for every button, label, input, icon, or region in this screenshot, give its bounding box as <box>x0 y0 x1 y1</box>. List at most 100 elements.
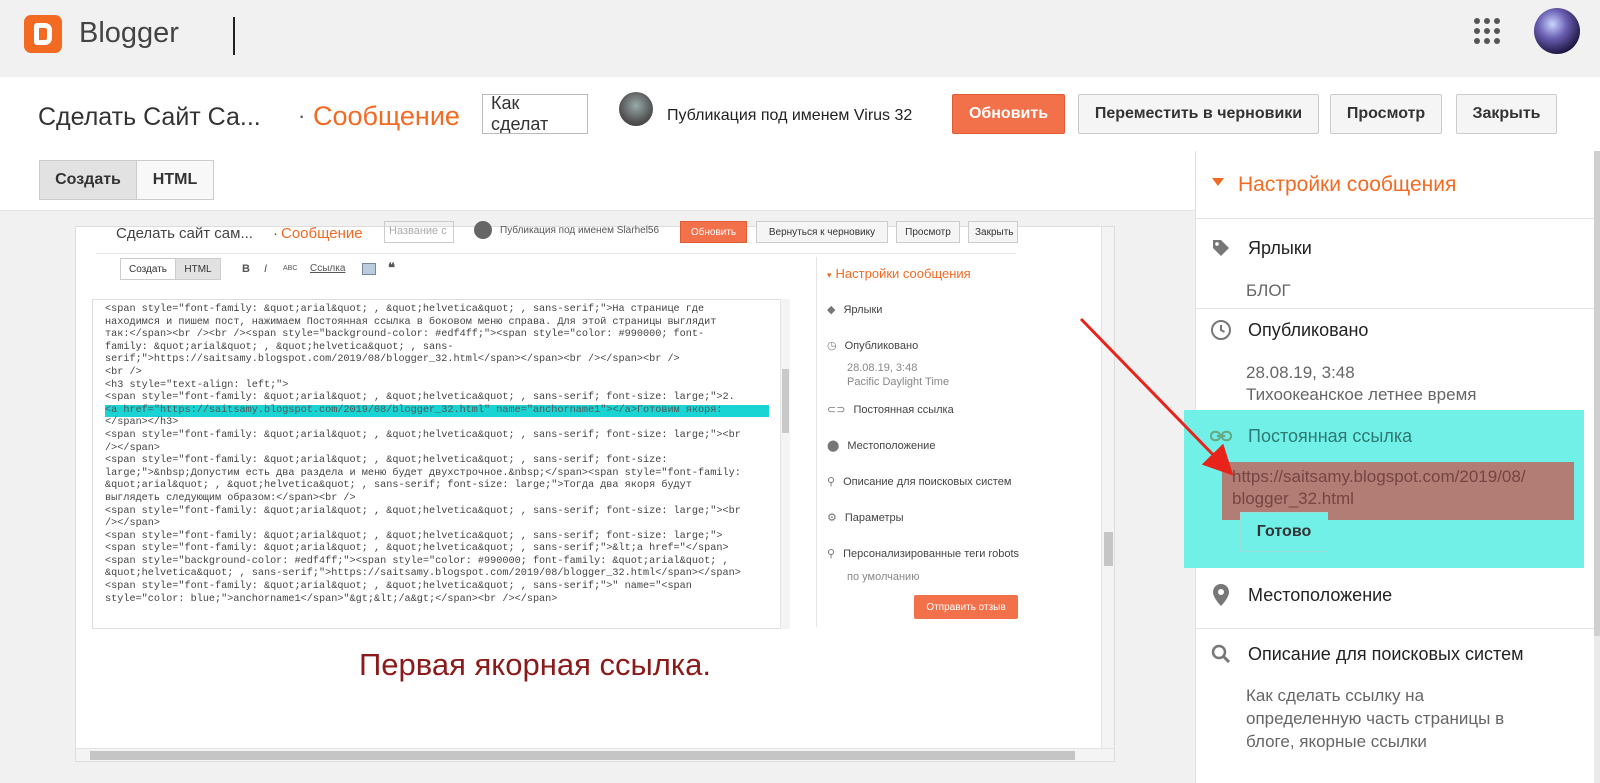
embedded-published-date: 28.08.19, 3:48 <box>847 362 918 374</box>
embedded-labels: ◆ Ярлыки <box>827 303 882 316</box>
editor-canvas: Сделать сайт сам... · Сообщение Название… <box>0 211 1195 783</box>
location-title: Местоположение <box>1248 584 1393 605</box>
preview-button[interactable]: Просмотр <box>1330 94 1442 134</box>
permalink-section[interactable]: Постоянная ссылка https://saitsamy.blogs… <box>1184 410 1584 568</box>
embedded-link-icon: ⊂⊃ <box>827 404 846 416</box>
embedded-preview-button: Просмотр <box>896 221 960 243</box>
revert-to-draft-button[interactable]: Переместить в черновики <box>1078 94 1319 134</box>
code-line: /></span> <box>105 442 161 454</box>
post-title-value: Как сделат <box>491 94 549 134</box>
author-avatar <box>619 92 653 126</box>
embedded-title-input: Название с <box>384 221 454 243</box>
sidebar-scrollbar[interactable] <box>1594 151 1600 783</box>
embedded-published: ◷ Опубликовано <box>827 339 918 352</box>
publishing-as: Публикация под именем Virus 32 <box>667 107 912 125</box>
post-settings-title[interactable]: Настройки сообщения <box>1212 173 1456 197</box>
tab-html[interactable]: HTML <box>136 160 214 200</box>
code-line: <span style="font-family: &quot;arial&qu… <box>105 429 741 441</box>
close-button[interactable]: Закрыть <box>1456 94 1557 134</box>
link-icon <box>1210 425 1232 447</box>
embedded-tab-compose: Создать <box>120 258 176 280</box>
embedded-settings-title-text: Настройки сообщения <box>835 266 971 281</box>
search-description-section[interactable]: Описание для поисковых систем <box>1210 643 1523 665</box>
embedded-settings-title: ▾ Настройки сообщения <box>827 266 971 281</box>
apps-grid-icon[interactable] <box>1474 18 1500 44</box>
post-body[interactable]: Сделать сайт сам... · Сообщение Название… <box>75 221 1115 762</box>
code-line: <span style="font-family: &quot;arial&qu… <box>105 505 741 517</box>
embedded-close-button: Закрыть <box>968 221 1018 243</box>
labels-value: БЛОГ <box>1246 281 1291 300</box>
embedded-options-text: Параметры <box>844 512 904 524</box>
search-description-title: Описание для поисковых систем <box>1248 643 1524 664</box>
title-separator: · <box>298 103 306 128</box>
embedded-robots: ⚲ Персонализированные теги robots <box>827 547 1019 560</box>
tab-compose[interactable]: Создать <box>39 160 137 200</box>
labels-section[interactable]: Ярлыки <box>1210 237 1312 259</box>
post-title-input[interactable]: Как сделат <box>482 94 588 134</box>
embedded-avatar <box>474 221 492 239</box>
code-line: выглядеть следующим образом:</span><br /… <box>105 492 356 504</box>
published-title: Опубликовано <box>1248 319 1369 340</box>
code-line: <span style="font-family: &quot;arial&qu… <box>105 392 735 404</box>
embedded-quote-icon: ❝ <box>388 260 395 275</box>
code-line: <span style="font-family: &quot;arial&qu… <box>105 581 692 593</box>
top-bar: Blogger <box>0 0 1600 77</box>
code-line: style="color: blue;">anchorname1</span>"… <box>105 593 558 605</box>
embedded-revert-button: Вернуться к черновику <box>756 221 888 243</box>
embedded-bold-icon: B <box>242 263 250 275</box>
code-line: large;">&nbsp;Допустим есть два раздела … <box>105 467 741 479</box>
embedded-location-text: Местоположение <box>847 440 936 452</box>
code-line: <span style="font-family: &quot;arial&qu… <box>105 543 729 555</box>
labels-title: Ярлыки <box>1248 237 1312 258</box>
update-button[interactable]: Обновить <box>952 94 1065 134</box>
embedded-divider <box>96 253 1016 254</box>
embedded-options: ⚙ Параметры <box>827 511 904 524</box>
embedded-robots-value: по умолчанию <box>847 571 920 583</box>
divider <box>1196 628 1600 629</box>
published-timezone: Тихоокеанское летнее время <box>1246 385 1477 404</box>
code-line: находимся и пишем пост, нажимаем Постоян… <box>105 316 717 328</box>
embedded-tag-icon: ◆ <box>827 304 836 316</box>
code-line: <br /> <box>105 366 142 378</box>
blog-title[interactable]: Сделать Сайт Са... <box>38 103 261 132</box>
clock-icon <box>1210 319 1232 341</box>
post-settings-title-text: Настройки сообщения <box>1238 173 1457 196</box>
code-line: /></span> <box>105 518 161 530</box>
permalink-header[interactable]: Постоянная ссылка <box>1210 425 1412 447</box>
permalink-title: Постоянная ссылка <box>1248 425 1413 446</box>
embedded-location: ⬤ Местоположение <box>827 439 935 452</box>
search-description-line2: определенную часть страницы в <box>1246 709 1505 728</box>
embedded-code-scrollbar <box>780 299 790 629</box>
divider <box>1196 218 1600 219</box>
embedded-robots-text: Персонализированные теги robots <box>843 548 1020 560</box>
horizontal-scrollbar[interactable] <box>76 748 1114 761</box>
search-icon <box>1210 643 1232 665</box>
embedded-feedback-button: Отправить отзыв <box>914 595 1018 619</box>
editor-toolbar: Создать HTML <box>0 151 1195 211</box>
code-line: &quot;helvetica&quot; , sans-serif;">htt… <box>105 568 741 580</box>
code-line: <span style="font-family: &quot;arial&qu… <box>105 455 668 467</box>
embedded-permalink: ⊂⊃ Постоянная ссылка <box>827 403 954 416</box>
embedded-publishing-as: Публикация под именем Slarhel56 <box>500 225 660 236</box>
collapse-triangle-icon <box>1212 178 1224 187</box>
done-button[interactable]: Готово <box>1240 512 1328 552</box>
code-line: <span style="font-family: &quot;arial&qu… <box>105 530 723 542</box>
embedded-pin-icon: ⬤ <box>827 440 840 452</box>
code-line: serif;">https://saitsamy.blogspot.com/20… <box>105 354 680 366</box>
embedded-html-code: <span style="font-family: &quot;arial&qu… <box>92 299 782 629</box>
published-section[interactable]: Опубликовано <box>1210 319 1368 341</box>
brand-name: Blogger <box>79 17 179 49</box>
location-section[interactable]: Местоположение <box>1210 584 1392 606</box>
embedded-update-button: Обновить <box>680 221 747 243</box>
account-avatar[interactable] <box>1534 8 1580 54</box>
permalink-url-line2: blogger_32.html <box>1232 489 1354 508</box>
embedded-published-text: Опубликовано <box>844 340 919 352</box>
vertical-scrollbar[interactable] <box>1101 227 1114 761</box>
embedded-permalink-text: Постоянная ссылка <box>853 404 954 416</box>
divider <box>233 17 235 55</box>
code-line: так:</span><br /><br /><span style="back… <box>105 329 705 341</box>
divider <box>1196 308 1600 309</box>
embedded-link-button: Ссылка <box>310 263 346 274</box>
code-line: <span style="background-color: #edf4ff;"… <box>105 555 729 567</box>
blogger-logo-icon[interactable] <box>24 15 62 53</box>
